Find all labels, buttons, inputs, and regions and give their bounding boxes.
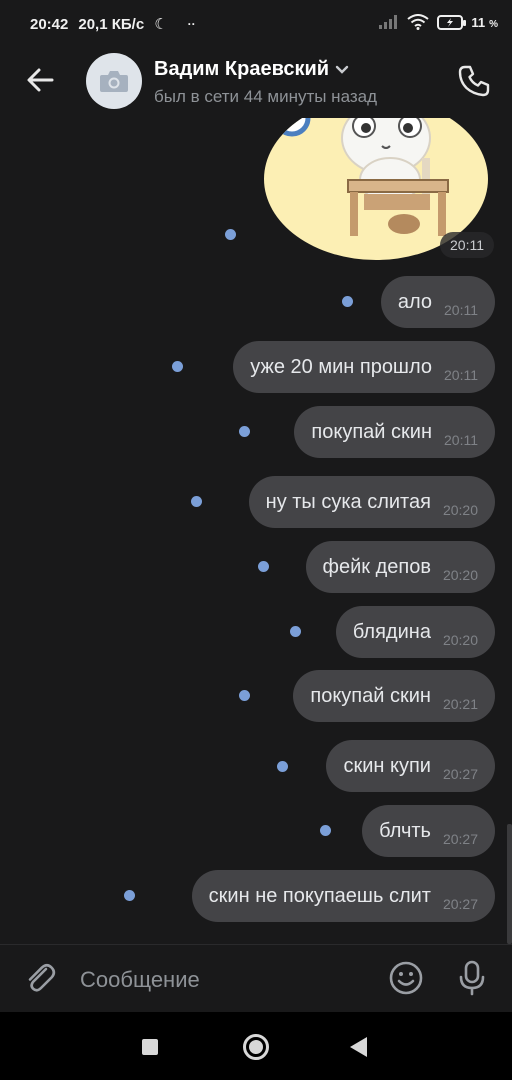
chevron-down-icon [335,65,349,74]
unread-dot [342,296,353,307]
unread-dot [239,426,250,437]
message-text: скин купи [343,754,431,777]
message-time: 20:11 [444,367,478,383]
message-text: ало [397,290,432,313]
unread-dot [172,361,183,372]
unread-dot [191,496,202,507]
camera-icon [100,71,128,92]
unread-dot [320,825,331,836]
message-text: блчть [379,819,431,842]
message-text: покупай скин [311,420,432,443]
message-time: 20:11 [444,432,478,448]
unread-dot [277,761,288,772]
arrow-left-icon[interactable] [24,64,56,96]
status-bar: 20:42 20,1 КБ/с ☾ ·· 11% [0,0,512,50]
message-time: 20:27 [442,831,478,847]
recents-button[interactable] [142,1039,158,1055]
message-time: 20:27 [442,766,478,782]
sticker-time: 20:11 [440,232,494,258]
message-text: скин не покупаешь слит [208,884,431,907]
message-bubble[interactable]: покупай скин 20:11 [294,406,495,458]
scrollbar[interactable] [507,824,512,944]
last-seen-status: был в сети 44 минуты назад [154,87,378,106]
message-text: фейк депов [322,555,431,578]
message-text: уже 20 мин прошло [250,355,432,378]
contact-name-button[interactable]: Вадим Краевский [154,58,349,81]
battery-icon [437,14,467,30]
smiley-icon[interactable] [388,960,424,996]
message-time: 20:21 [442,696,478,712]
message-bubble[interactable]: блядина 20:20 [335,606,495,658]
message-bubble[interactable]: покупай скин 20:21 [293,670,495,722]
unread-dot [258,561,269,572]
message-list[interactable]: 20:11 ало 20:11 уже 20 мин прошло 20:11 … [0,118,512,944]
wifi-icon [407,14,429,30]
back-button[interactable] [350,1037,367,1057]
message-composer: Сообщение [0,944,512,1012]
paperclip-icon[interactable] [22,960,58,996]
contact-name: Вадим Краевский [154,58,330,80]
message-input[interactable]: Сообщение [80,963,370,997]
signal-icon [379,15,398,29]
phone-icon[interactable] [456,63,492,99]
avatar[interactable] [86,53,142,109]
unread-dot [124,890,135,901]
message-time: 20:11 [444,302,478,318]
message-text: покупай скин [310,684,431,707]
home-button[interactable] [243,1034,269,1060]
more-dots-icon: ·· [187,17,196,31]
message-bubble[interactable]: блчть 20:27 [362,805,495,857]
battery-level: 11 [471,14,486,30]
unread-dot [290,626,301,637]
unread-dot [225,229,236,240]
message-bubble[interactable]: фейк депов 20:20 [305,541,495,593]
message-bubble[interactable]: скин купи 20:27 [326,740,495,792]
message-bubble[interactable]: ну ты сука слитая 20:20 [248,476,495,528]
battery-unit: % [489,18,498,30]
chat-header: Вадим Краевский был в сети 44 минуты наз… [0,50,512,118]
message-time: 20:27 [442,896,478,912]
system-nav-bar [0,1012,512,1080]
message-text: ну ты сука слитая [265,490,431,513]
unread-dot [239,690,250,701]
message-time: 20:20 [442,632,478,648]
status-time: 20:42 [30,15,69,33]
message-time: 20:20 [442,502,478,518]
message-text: блядина [352,620,431,643]
status-net-speed: 20,1 КБ/с [78,15,145,33]
message-time: 20:20 [442,567,478,583]
message-bubble[interactable]: уже 20 мин прошло 20:11 [233,341,495,393]
message-bubble[interactable]: ало 20:11 [380,276,495,328]
moon-icon: ☾ [154,16,168,33]
microphone-icon[interactable] [454,959,490,997]
message-bubble[interactable]: скин не покупаешь слит 20:27 [191,870,495,922]
